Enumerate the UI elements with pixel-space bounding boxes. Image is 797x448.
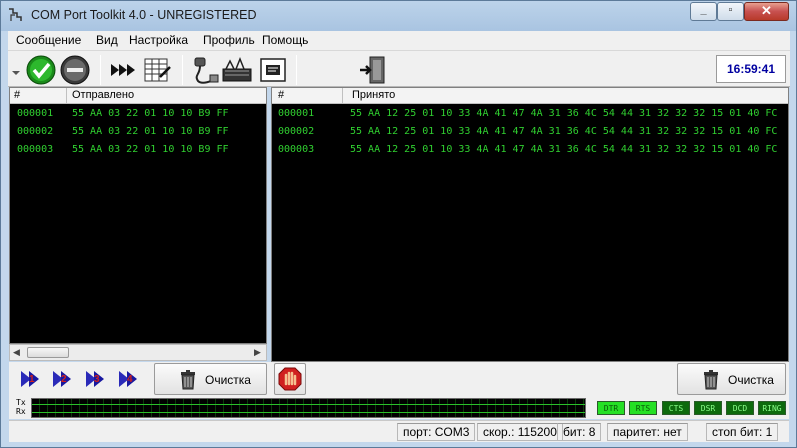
- stop-hand-icon: [278, 367, 302, 391]
- row-data: 55 AA 03 22 01 10 10 B9 FF: [72, 144, 229, 155]
- status-stop-bits: стоп бит: 1: [706, 423, 779, 441]
- clear-received-label: Очистка: [728, 373, 774, 387]
- close-button[interactable]: ✕: [744, 2, 789, 21]
- clock-display: 16:59:41: [716, 55, 786, 83]
- menu-help[interactable]: Помощь: [262, 33, 308, 47]
- clear-sent-button[interactable]: Очистка: [154, 363, 267, 395]
- row-data: 55 AA 12 25 01 10 33 4A 41 47 4A 31 36 4…: [350, 108, 778, 119]
- led-rts[interactable]: RTS: [629, 401, 657, 415]
- svg-text:1: 1: [29, 374, 35, 385]
- toolbar-separator: [182, 55, 183, 85]
- sent-panel[interactable]: # Отправлено 000001 55 AA 03 22 01 10 10…: [9, 87, 267, 344]
- title-bar[interactable]: COM Port Toolkit 4.0 - UNREGISTERED _ ▫ …: [1, 1, 796, 29]
- maximize-button[interactable]: ▫: [717, 2, 744, 21]
- column-divider[interactable]: [342, 88, 343, 104]
- table-row[interactable]: 000003 55 AA 12 25 01 10 33 4A 41 47 4A …: [272, 142, 788, 160]
- send-2-icon[interactable]: 2: [51, 367, 75, 391]
- scroll-right-icon[interactable]: ▶: [254, 347, 261, 358]
- svg-text:4: 4: [127, 374, 133, 385]
- send-all-icon[interactable]: [108, 55, 138, 85]
- rx-trace: [32, 412, 585, 413]
- clear-sent-label: Очистка: [205, 373, 251, 387]
- app-window: COM Port Toolkit 4.0 - UNREGISTERED _ ▫ …: [0, 0, 797, 448]
- row-num: 000003: [17, 144, 54, 155]
- connect-check-icon[interactable]: [26, 55, 56, 85]
- signal-scope: [31, 398, 586, 418]
- row-data: 55 AA 12 25 01 10 33 4A 41 47 4A 31 36 4…: [350, 144, 778, 155]
- rx-label: Rx: [16, 407, 26, 416]
- row-num: 000001: [278, 108, 315, 119]
- trash-icon: [181, 370, 195, 390]
- menu-bar: Сообщение Вид Настройка Профиль Помощь: [8, 31, 790, 50]
- send-1-icon[interactable]: 1: [19, 367, 43, 391]
- trash-icon: [704, 370, 718, 390]
- sent-col-data[interactable]: Отправлено: [72, 89, 134, 104]
- signal-lines: Tx Rx DTR RTS CTS DSR DCD RING: [9, 397, 789, 419]
- table-row[interactable]: 000003 55 AA 03 22 01 10 10 B9 FF: [10, 142, 266, 160]
- status-bar: порт: COM3 скор.: 115200 бит: 8 паритет:…: [9, 420, 789, 442]
- clear-received-button[interactable]: Очистка: [677, 363, 786, 395]
- status-parity: паритет: нет: [607, 423, 688, 441]
- serial-port-icon: [9, 8, 22, 21]
- led-dcd: DCD: [726, 401, 754, 415]
- table-row[interactable]: 000001 55 AA 03 22 01 10 10 B9 FF: [10, 106, 266, 124]
- led-cts: CTS: [662, 401, 690, 415]
- window-title: COM Port Toolkit 4.0 - UNREGISTERED: [31, 8, 257, 22]
- received-col-data[interactable]: Принято: [352, 89, 395, 104]
- row-num: 000002: [278, 126, 315, 137]
- stop-button[interactable]: [274, 363, 306, 395]
- table-row[interactable]: 000001 55 AA 12 25 01 10 33 4A 41 47 4A …: [272, 106, 788, 124]
- led-dtr[interactable]: DTR: [597, 401, 625, 415]
- led-ring: RING: [758, 401, 786, 415]
- menu-message[interactable]: Сообщение: [16, 33, 81, 47]
- row-data: 55 AA 12 25 01 10 33 4A 41 47 4A 31 36 4…: [350, 126, 778, 137]
- close-icon: ✕: [761, 3, 772, 18]
- row-data: 55 AA 03 22 01 10 10 B9 FF: [72, 108, 229, 119]
- scroll-left-icon[interactable]: ◀: [13, 347, 20, 358]
- bottom-toolbar: 1 2 3 4 Очистка Очистка: [9, 362, 789, 397]
- row-num: 000001: [17, 108, 54, 119]
- exit-door-icon[interactable]: [358, 55, 388, 85]
- received-col-num[interactable]: #: [278, 89, 284, 104]
- send-4-icon[interactable]: 4: [117, 367, 141, 391]
- sent-col-num[interactable]: #: [14, 89, 20, 104]
- disconnect-icon[interactable]: [60, 55, 90, 85]
- sent-header: # Отправлено: [10, 88, 266, 104]
- menu-settings[interactable]: Настройка: [129, 33, 188, 47]
- received-header: # Принято: [272, 88, 788, 104]
- menu-view[interactable]: Вид: [96, 33, 118, 47]
- led-dsr: DSR: [694, 401, 722, 415]
- menu-profile[interactable]: Профиль: [203, 33, 255, 47]
- maximize-icon: ▫: [728, 4, 733, 16]
- svg-text:2: 2: [61, 374, 67, 385]
- minimize-icon: _: [700, 4, 707, 16]
- dropdown-arrow-icon[interactable]: [10, 55, 22, 85]
- column-divider[interactable]: [66, 88, 67, 104]
- minimize-button[interactable]: _: [690, 2, 717, 21]
- row-data: 55 AA 03 22 01 10 10 B9 FF: [72, 126, 229, 137]
- toolbar: 16:59:41: [8, 50, 790, 87]
- horizontal-scrollbar[interactable]: ◀ ▶: [9, 344, 267, 361]
- toolbar-separator: [296, 55, 297, 85]
- table-row[interactable]: 000002 55 AA 03 22 01 10 10 B9 FF: [10, 124, 266, 142]
- modem-icon[interactable]: [222, 55, 252, 85]
- status-bits: бит: 8: [557, 423, 602, 441]
- scroll-thumb[interactable]: [27, 347, 69, 358]
- toolbar-separator: [100, 55, 101, 85]
- log-table-icon[interactable]: [142, 55, 172, 85]
- row-num: 000002: [17, 126, 54, 137]
- status-port: порт: COM3: [397, 423, 476, 441]
- terminal-icon[interactable]: [258, 55, 288, 85]
- cable-settings-icon[interactable]: [190, 55, 220, 85]
- tx-label: Tx: [16, 398, 26, 407]
- svg-text:3: 3: [94, 374, 100, 385]
- row-num: 000003: [278, 144, 315, 155]
- status-speed: скор.: 115200: [477, 423, 563, 441]
- table-row[interactable]: 000002 55 AA 12 25 01 10 33 4A 41 47 4A …: [272, 124, 788, 142]
- send-3-icon[interactable]: 3: [84, 367, 108, 391]
- tx-trace: [32, 404, 585, 405]
- received-panel[interactable]: # Принято 000001 55 AA 12 25 01 10 33 4A…: [271, 87, 789, 362]
